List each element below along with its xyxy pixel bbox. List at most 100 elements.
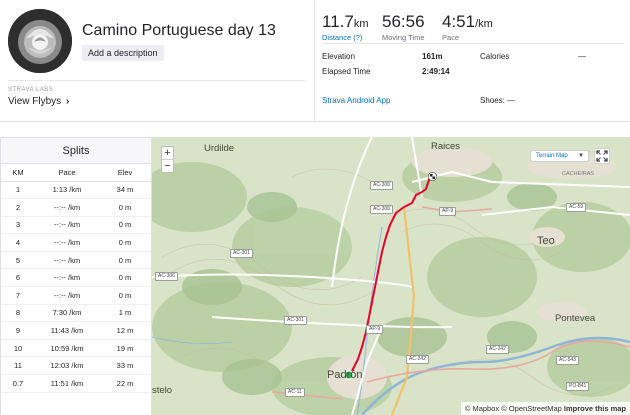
split-pace: 7:30 /km — [35, 304, 99, 323]
place-label: Urdilde — [204, 143, 235, 154]
road-label: AC-11 — [285, 388, 305, 397]
split-pace-unit: /km — [68, 273, 81, 283]
split-pace-unit: /km — [71, 343, 84, 353]
map-type-dropdown[interactable]: Terrain Map ▼ — [530, 150, 589, 162]
elapsed-time-value: 2:49:14 — [422, 67, 450, 76]
split-pace-value: --:-- — [53, 255, 66, 265]
road-label: AC-59 — [566, 203, 587, 212]
column-header-pace: Pace — [35, 164, 99, 182]
split-row[interactable]: 1 1:13 /km 34 m — [1, 181, 151, 200]
split-elev: 19 m — [99, 339, 151, 358]
split-row[interactable]: 2 --:-- /km 0 m — [1, 198, 151, 217]
split-row[interactable]: 6 --:-- /km 0 m — [1, 268, 151, 288]
place-label: Raices — [431, 141, 461, 152]
road-label: AC-242 — [406, 355, 429, 364]
split-pace: 11:43 /km — [35, 321, 99, 340]
split-km: 4 — [1, 233, 35, 252]
split-pace: 1:13 /km — [35, 181, 99, 200]
split-pace: 10:59 /km — [35, 339, 99, 358]
split-km: 0.7 — [1, 374, 35, 393]
split-row[interactable]: 7 --:-- /km 0 m — [1, 286, 151, 305]
split-pace: --:-- /km — [35, 233, 99, 252]
moving-time-metric: 56:56 Moving Time — [382, 12, 425, 42]
road-label: AC-306 — [155, 272, 178, 281]
pace-unit: /km — [475, 18, 493, 30]
place-label: Pontevea — [555, 313, 596, 324]
split-pace-value: 11:51 — [50, 378, 70, 388]
column-header-elev: Elev — [99, 164, 151, 182]
split-km: 9 — [1, 321, 35, 340]
split-pace-unit: /km — [71, 378, 84, 388]
route-map[interactable]: Urdilde Raices Teo Pontevea Padrón stelo… — [152, 137, 630, 415]
pace-metric: 4:51/km Pace — [442, 12, 493, 42]
split-elev: 0 m — [99, 198, 151, 217]
road-label: AC-300 — [370, 205, 393, 214]
activity-stats: 11.7km Distance (?) 56:56 Moving Time 4:… — [316, 0, 630, 122]
split-pace-unit: /km — [71, 361, 84, 371]
divider — [8, 80, 306, 81]
map-type-label: Terrain Map — [536, 153, 568, 159]
road-label: PO-841 — [566, 382, 590, 391]
split-pace: --:-- /km — [35, 216, 99, 235]
split-row[interactable]: 11 12:03 /km 33 m — [1, 356, 151, 376]
split-pace-value: --:-- — [53, 238, 66, 248]
distance-help-link[interactable]: Distance (?) — [322, 33, 369, 42]
place-label: Padrón — [327, 369, 363, 381]
split-km: 1 — [1, 181, 35, 200]
moving-time-label: Moving Time — [382, 33, 425, 42]
mapbox-attribution-link[interactable]: © Mapbox — [465, 404, 499, 413]
split-row[interactable]: 0.7 11:51 /km 22 m — [1, 374, 151, 393]
split-elev: 33 m — [99, 356, 151, 376]
road-label: AC-301 — [230, 249, 253, 258]
map-attribution: © Mapbox © OpenStreetMap Improve this ma… — [460, 402, 630, 415]
pace-value: 4:51 — [442, 12, 476, 31]
finish-flag-icon — [428, 172, 437, 181]
split-pace-value: 1:13 — [52, 185, 68, 195]
place-label: stelo — [152, 385, 173, 396]
improve-map-link[interactable]: Improve this map — [564, 404, 626, 413]
split-row[interactable]: 5 --:-- /km 0 m — [1, 251, 151, 270]
zoom-control: + − — [161, 146, 174, 173]
split-pace-unit: /km — [71, 326, 84, 336]
splits-panel: Splits KM Pace Elev 1 1:13 /km 34 m 2 --:-- … — [0, 137, 152, 415]
calories-label: Calories — [480, 52, 510, 61]
split-elev: 0 m — [99, 286, 151, 305]
split-km: 5 — [1, 251, 35, 270]
split-pace: --:-- /km — [35, 268, 99, 288]
expand-icon — [596, 150, 608, 162]
splits-table: KM Pace Elev 1 1:13 /km 34 m 2 --:-- /km 0 m3… — [1, 164, 151, 393]
elevation-value: 161m — [422, 52, 443, 61]
device-app-link[interactable]: Strava Android App — [322, 96, 391, 105]
split-pace-unit: /km — [68, 238, 81, 248]
split-pace-value: 11:43 — [50, 326, 70, 336]
split-row[interactable]: 10 10:59 /km 19 m — [1, 339, 151, 358]
zoom-in-button[interactable]: + — [162, 147, 173, 160]
elevation-label: Elevation — [322, 52, 355, 61]
split-row[interactable]: 3 --:-- /km 0 m — [1, 216, 151, 235]
split-pace-unit: /km — [69, 308, 82, 318]
calories-value: — — [578, 52, 586, 61]
elapsed-time-label: Elapsed Time — [322, 67, 371, 76]
split-pace: 11:51 /km — [35, 374, 99, 393]
view-flybys-link[interactable]: View Flybys › — [8, 96, 69, 107]
avatar[interactable] — [8, 9, 72, 73]
split-pace: 12:03 /km — [35, 356, 99, 376]
zoom-out-button[interactable]: − — [162, 160, 173, 173]
split-row[interactable]: 4 --:-- /km 0 m — [1, 233, 151, 252]
caret-down-icon: ▼ — [578, 153, 584, 159]
view-flybys-label: View Flybys — [8, 96, 62, 107]
fullscreen-button[interactable] — [594, 148, 610, 164]
split-row[interactable]: 8 7:30 /km 1 m — [1, 304, 151, 323]
split-elev: 0 m — [99, 268, 151, 288]
split-pace-unit: /km — [69, 185, 82, 195]
osm-attribution-link[interactable]: © OpenStreetMap — [501, 404, 562, 413]
split-km: 2 — [1, 198, 35, 217]
split-pace-value: --:-- — [53, 273, 66, 283]
split-row[interactable]: 9 11:43 /km 12 m — [1, 321, 151, 340]
activity-summary: Camino Portuguese day 13 Add a descripti… — [0, 0, 315, 122]
place-label: CACHEIRAS — [562, 171, 595, 177]
add-description-button[interactable]: Add a description — [82, 45, 164, 61]
labs-caption: STRAVA LABS — [8, 87, 54, 93]
road-label: AC-301 — [284, 316, 307, 325]
split-km: 6 — [1, 268, 35, 288]
